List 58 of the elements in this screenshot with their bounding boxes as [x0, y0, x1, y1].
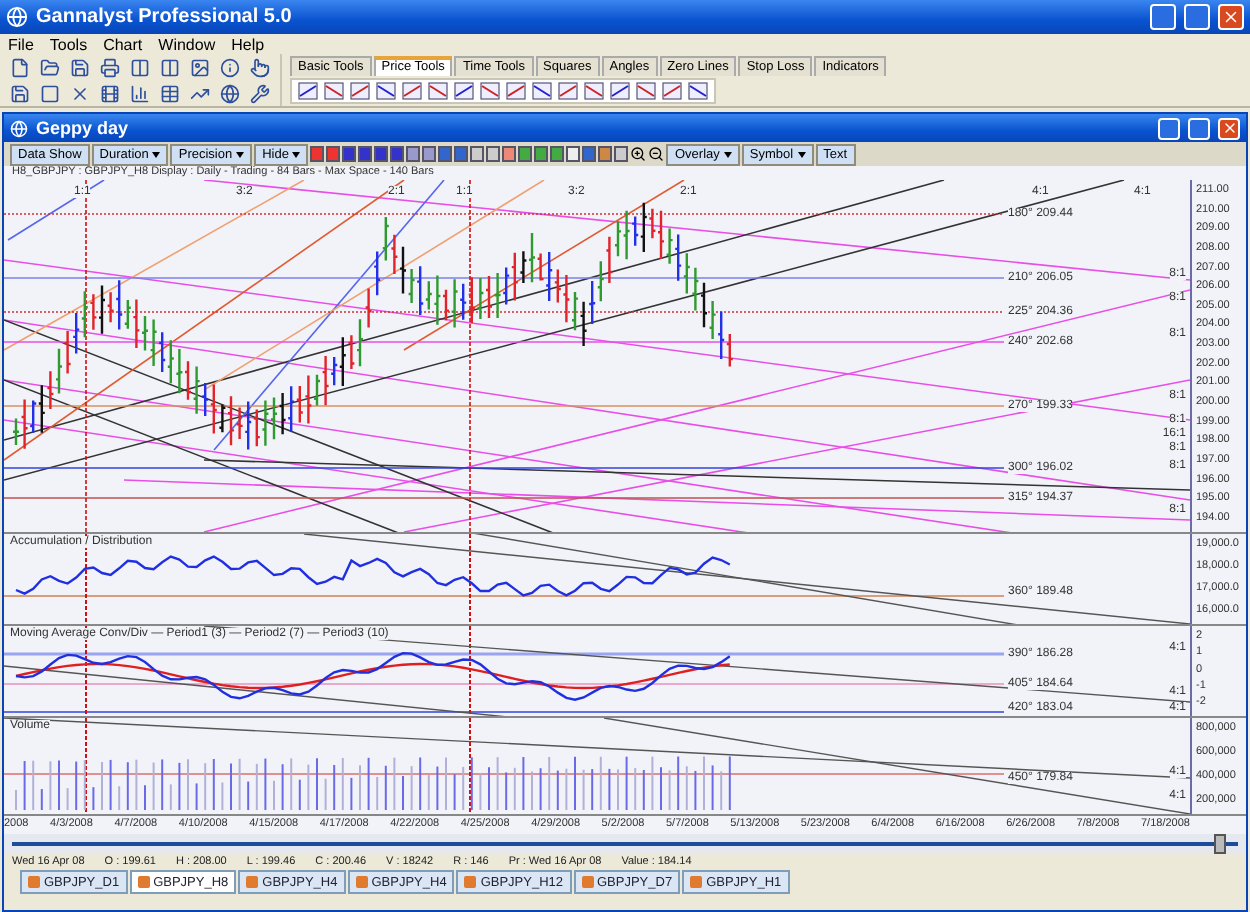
open-folder-icon[interactable]: [38, 56, 60, 78]
zoom-in-icon[interactable]: [630, 146, 647, 162]
line-tool-icon[interactable]: [636, 82, 656, 100]
save-icon[interactable]: [8, 82, 30, 104]
printer-icon[interactable]: [98, 56, 120, 78]
info-icon[interactable]: [218, 56, 240, 78]
caret-icon: [152, 151, 161, 157]
line-tool-icon[interactable]: [428, 82, 448, 100]
globe-icon[interactable]: [218, 82, 240, 104]
table-icon[interactable]: [158, 82, 180, 104]
pointer-icon[interactable]: [248, 56, 270, 78]
caret-icon: [292, 151, 301, 157]
line-tool-icon[interactable]: [324, 82, 344, 100]
close-icon[interactable]: [68, 82, 90, 104]
line-tool-icon[interactable]: [532, 82, 552, 100]
zoom-out-icon[interactable]: [648, 146, 665, 162]
maximize-button[interactable]: [1188, 117, 1210, 139]
caret-icon: [236, 151, 245, 157]
menu-item[interactable]: Chart: [103, 35, 143, 53]
menu-item[interactable]: Help: [231, 35, 265, 53]
app-logo-icon: [6, 6, 28, 28]
line-tool-icon[interactable]: [454, 82, 474, 100]
columns-icon[interactable]: [158, 56, 180, 78]
wrench-icon[interactable]: [248, 82, 270, 104]
chart-window-title: Geppy day: [36, 118, 131, 138]
scroll-thumb[interactable]: [1214, 834, 1226, 854]
line-tool-icon[interactable]: [350, 82, 370, 100]
minimize-button[interactable]: [1158, 117, 1180, 139]
line-tool-icon[interactable]: [480, 82, 500, 100]
minimize-button[interactable]: [1150, 4, 1176, 30]
line-tool-icon[interactable]: [584, 82, 604, 100]
close-button[interactable]: [1218, 117, 1240, 139]
line-tool-icon[interactable]: [402, 82, 422, 100]
line-tool-icon[interactable]: [506, 82, 526, 100]
line-tool-icon[interactable]: [662, 82, 682, 100]
caret-icon: [797, 151, 806, 157]
image-icon[interactable]: [188, 56, 210, 78]
caret-icon: [723, 151, 732, 157]
maximize-button[interactable]: [1184, 4, 1210, 30]
columns-icon[interactable]: [128, 56, 150, 78]
new-file-icon[interactable]: [8, 56, 30, 78]
bar-chart-icon[interactable]: [128, 82, 150, 104]
film-icon[interactable]: [98, 82, 120, 104]
square-icon[interactable]: [38, 82, 60, 104]
line-tool-icon[interactable]: [376, 82, 396, 100]
chart-logo-icon: [10, 119, 28, 137]
line-tool-icon[interactable]: [688, 82, 708, 100]
menu-item[interactable]: Tools: [49, 35, 88, 53]
line-tool-icon[interactable]: [558, 82, 578, 100]
close-icon: [1222, 8, 1240, 26]
close-icon: [1221, 120, 1237, 136]
window-title: Gannalyst Professional 5.0: [36, 6, 294, 28]
line-tool-icon[interactable]: [298, 82, 318, 100]
menu-item[interactable]: Window: [158, 35, 216, 53]
line-tool-icon[interactable]: [610, 82, 630, 100]
save-icon[interactable]: [68, 56, 90, 78]
menu-item[interactable]: File: [8, 35, 34, 53]
close-button[interactable]: [1218, 4, 1244, 30]
